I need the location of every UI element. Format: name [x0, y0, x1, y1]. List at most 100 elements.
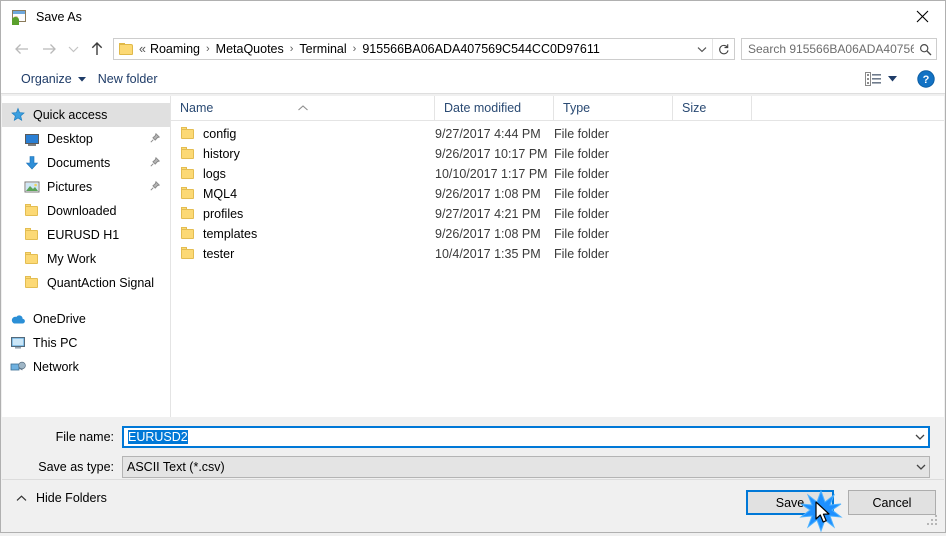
file-name-label: tester	[203, 247, 235, 261]
file-name-value: EURUSD2	[124, 430, 911, 444]
table-row[interactable]: tester 10/4/2017 1:35 PM File folder	[171, 244, 944, 264]
chevron-down-icon	[77, 76, 86, 82]
file-name-label: MQL4	[203, 187, 238, 201]
sidebar-item-this-pc[interactable]: This PC	[2, 331, 170, 355]
table-row[interactable]: logs 10/10/2017 1:17 PM File folder	[171, 164, 944, 184]
network-icon	[10, 359, 26, 375]
sidebar-item-label: Documents	[47, 156, 111, 170]
breadcrumb-item-roaming[interactable]: Roaming	[149, 42, 201, 56]
folder-icon	[180, 146, 196, 162]
save-as-type-value: ASCII Text (*.csv)	[127, 460, 225, 474]
sidebar-item-pictures[interactable]: Pictures	[2, 175, 170, 199]
column-header-date-modified[interactable]: Date modified	[435, 95, 554, 121]
folder-icon	[24, 203, 40, 219]
table-row[interactable]: templates 9/26/2017 1:08 PM File folder	[171, 224, 944, 244]
save-as-type-row: Save as type: ASCII Text (*.csv)	[2, 456, 944, 478]
refresh-icon[interactable]	[712, 39, 734, 59]
breadcrumb-item-terminal[interactable]: Terminal	[298, 42, 347, 56]
close-icon[interactable]	[899, 1, 945, 32]
chevron-down-icon[interactable]	[692, 39, 712, 59]
organize-label: Organize	[21, 72, 72, 86]
desktop-icon	[24, 131, 40, 147]
sidebar-item-network[interactable]: Network	[2, 355, 170, 379]
file-name-row: File name: EURUSD2	[2, 426, 944, 448]
sidebar-item-my-work[interactable]: My Work	[2, 247, 170, 271]
search-icon[interactable]	[914, 43, 936, 56]
title-bar: Save As	[1, 1, 945, 33]
save-as-app-icon	[11, 9, 27, 25]
new-folder-button[interactable]: New folder	[92, 68, 164, 91]
folder-icon	[180, 246, 196, 262]
sidebar-item-eurusd-h1[interactable]: EURUSD H1	[2, 223, 170, 247]
pin-icon[interactable]	[150, 180, 161, 194]
column-header-size[interactable]: Size	[673, 95, 752, 121]
column-header-name[interactable]: Name	[171, 95, 435, 121]
chevron-up-icon	[16, 491, 27, 505]
navigation-bar: « Roaming › MetaQuotes › Terminal › 9155…	[1, 33, 945, 65]
file-date-cell: 9/26/2017 1:08 PM	[435, 187, 541, 201]
sidebar-item-label: Pictures	[47, 180, 93, 194]
folder-icon	[180, 166, 196, 182]
file-name-cell: logs	[171, 166, 435, 182]
file-name-label: File name:	[55, 430, 114, 444]
recent-locations-chevron-icon[interactable]	[63, 36, 83, 62]
sidebar-item-desktop[interactable]: Desktop	[2, 127, 170, 151]
breadcrumb-item-metaquotes[interactable]: MetaQuotes	[215, 42, 285, 56]
new-folder-label: New folder	[97, 72, 158, 86]
save-as-dialog: Save As « Roaming › MetaQuotes › Termina…	[0, 0, 946, 533]
window-title: Save As	[36, 10, 82, 24]
save-as-type-select[interactable]: ASCII Text (*.csv)	[122, 456, 930, 478]
help-icon[interactable]: ?	[915, 68, 937, 90]
view-layout-icon[interactable]	[863, 71, 883, 87]
address-bar[interactable]: « Roaming › MetaQuotes › Terminal › 9155…	[113, 38, 735, 60]
this-pc-icon	[10, 335, 26, 351]
main-content: Quick access Desktop Documents Pictures …	[2, 95, 944, 417]
cancel-button[interactable]: Cancel	[848, 490, 936, 515]
file-date-cell: 9/26/2017 1:08 PM	[435, 227, 541, 241]
sidebar-group-label: Network	[33, 360, 79, 374]
chevron-down-icon[interactable]	[911, 428, 928, 446]
column-header-type[interactable]: Type	[554, 95, 673, 121]
command-toolbar: Organize New folder ?	[1, 65, 945, 94]
save-as-type-label: Save as type:	[38, 460, 114, 474]
breadcrumb-item-terminal-id[interactable]: 915566BA06ADA407569C544CC0D97611	[361, 42, 600, 56]
sidebar-item-label: Downloaded	[47, 204, 117, 218]
file-type-cell: File folder	[554, 167, 609, 181]
folder-icon	[180, 126, 196, 142]
table-row[interactable]: history 9/26/2017 10:17 PM File folder	[171, 144, 944, 164]
pin-icon[interactable]	[150, 156, 161, 170]
up-arrow-icon[interactable]	[83, 36, 111, 62]
chevron-down-icon[interactable]	[912, 457, 929, 477]
hide-folders-button[interactable]: Hide Folders	[16, 491, 107, 505]
sidebar-group-label: This PC	[33, 336, 78, 350]
breadcrumb-overflow[interactable]: «	[138, 42, 149, 56]
save-button[interactable]: Save	[746, 490, 834, 515]
resize-grip-icon[interactable]	[927, 515, 939, 527]
file-name-label: config	[203, 127, 237, 141]
back-arrow-icon[interactable]	[7, 36, 35, 62]
view-layout-chevron-icon[interactable]	[883, 71, 901, 87]
sidebar-item-downloaded[interactable]: Downloaded	[2, 199, 170, 223]
search-input[interactable]: Search 915566BA06ADA40756...	[741, 38, 937, 60]
sidebar-item-documents[interactable]: Documents	[2, 151, 170, 175]
folder-icon	[119, 42, 134, 56]
organize-button[interactable]: Organize	[15, 68, 92, 91]
table-row[interactable]: config 9/27/2017 4:44 PM File folder	[171, 124, 944, 144]
file-name-cell: tester	[171, 246, 435, 262]
sidebar-item-onedrive[interactable]: OneDrive	[2, 307, 170, 331]
sidebar-item-quantaction-signal[interactable]: QuantAction Signal	[2, 271, 170, 295]
forward-arrow-icon[interactable]	[35, 36, 63, 62]
file-list-header: Name Date modified Type Size	[171, 95, 944, 121]
sidebar-item-label: My Work	[47, 252, 97, 266]
file-name-input[interactable]: EURUSD2	[122, 426, 930, 448]
sidebar-item-quick-access[interactable]: Quick access	[2, 103, 170, 127]
file-date-cell: 9/26/2017 10:17 PM	[435, 147, 548, 161]
folder-icon	[180, 186, 196, 202]
table-row[interactable]: MQL4 9/26/2017 1:08 PM File folder	[171, 184, 944, 204]
pin-icon[interactable]	[150, 132, 161, 146]
dialog-footer: Hide Folders Save Cancel	[2, 479, 944, 531]
file-list-pane: Name Date modified Type Size config 9/27…	[171, 95, 944, 417]
documents-icon	[24, 155, 40, 171]
folder-icon	[24, 275, 40, 291]
table-row[interactable]: profiles 9/27/2017 4:21 PM File folder	[171, 204, 944, 224]
